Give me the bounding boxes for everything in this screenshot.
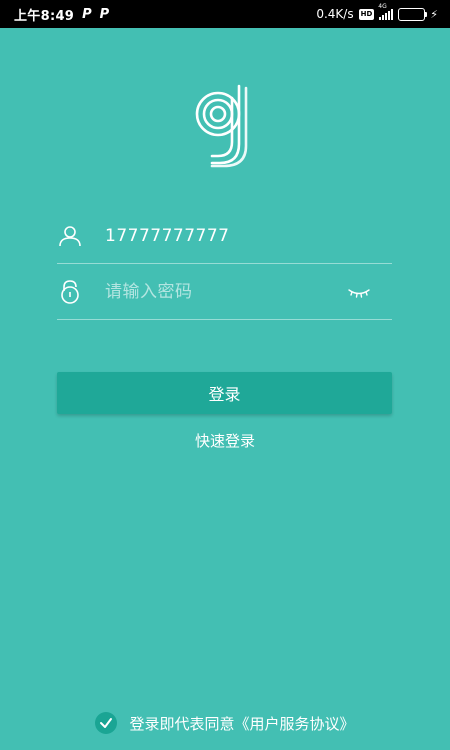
hd-icon: HD (358, 8, 375, 20)
password-input[interactable] (105, 281, 348, 302)
status-time: 上午8:49 (14, 8, 75, 24)
battery-icon: 90 ⚡ (398, 7, 438, 21)
notification-p-icon: P (99, 6, 110, 22)
agreement-row: 登录即代表同意《用户服务协议》 (0, 712, 450, 734)
signal-icon: 4G (378, 3, 394, 20)
status-bar-left: 上午8:49 P P (14, 5, 109, 24)
net-speed: 0.4K/s (316, 7, 354, 21)
battery-level: 90 (406, 9, 418, 19)
password-field[interactable] (57, 264, 392, 320)
phone-field[interactable] (57, 208, 392, 264)
charging-icon: ⚡ (430, 7, 438, 21)
notification-p-icon: P (82, 6, 92, 22)
status-bar: 上午8:49 P P 0.4K/s HD 4G 90 ⚡ (0, 0, 450, 28)
brand-logo-icon (195, 84, 248, 168)
lock-icon (57, 279, 83, 305)
phone-input[interactable] (105, 225, 392, 246)
quick-login-link[interactable]: 快速登录 (0, 430, 450, 451)
eye-closed-icon[interactable] (348, 285, 370, 299)
agreement-text[interactable]: 登录即代表同意《用户服务协议》 (129, 713, 354, 734)
check-circle-icon[interactable] (95, 712, 118, 734)
login-button[interactable]: 登录 (57, 372, 392, 414)
network-type: 4G (378, 2, 387, 10)
user-icon (57, 223, 83, 249)
status-bar-right: 0.4K/s HD 4G 90 ⚡ (316, 3, 438, 21)
